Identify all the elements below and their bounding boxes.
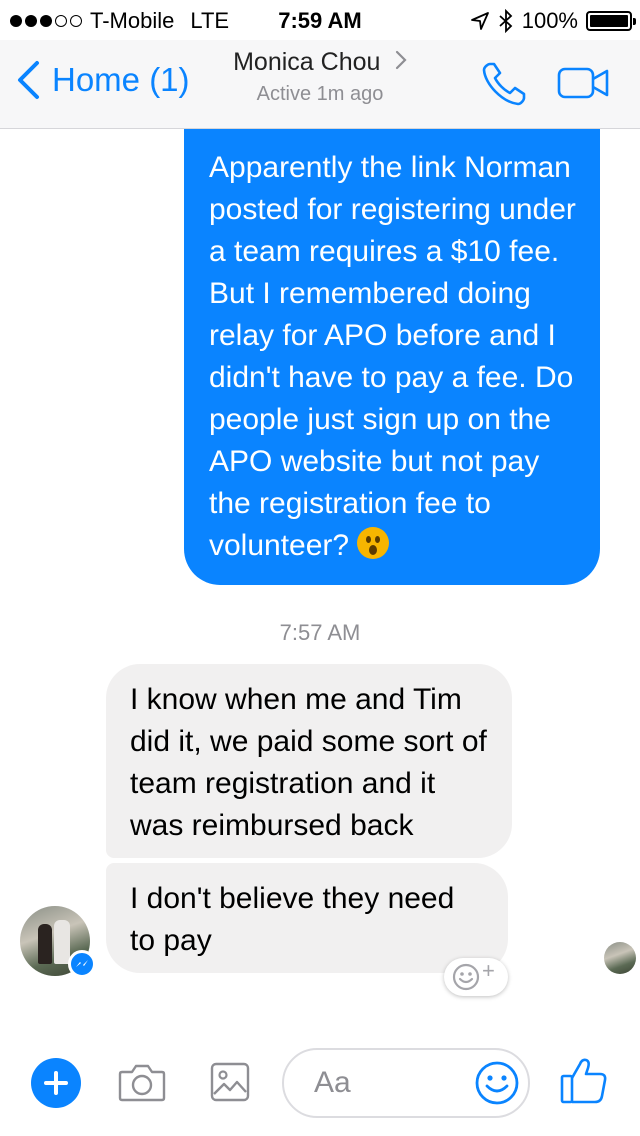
thumbs-up-icon[interactable] [560,1056,608,1106]
incoming-message[interactable]: I know when me and Tim did it, we paid s… [106,664,512,858]
seen-avatar [604,942,636,974]
status-right: 100% [470,8,636,34]
video-camera-icon[interactable] [557,66,611,100]
battery-percent: 100% [521,8,578,33]
chevron-left-icon [18,61,39,99]
incoming-message-text: I don't believe they need to pay [130,882,455,957]
add-reaction-button[interactable]: + [444,958,508,996]
battery-icon [586,11,636,31]
active-status: Active 1m ago [256,83,384,105]
reaction-plus: + [482,958,495,983]
status-bar: T-Mobile LTE 7:59 AM 100% [0,0,640,40]
smiley-icon [452,963,480,991]
message-input[interactable] [312,1062,466,1104]
wow-emoji-icon [357,527,390,559]
incoming-message[interactable]: I don't believe they need to pay [106,863,508,973]
phone-icon[interactable] [480,60,528,108]
chevron-right-icon [395,50,407,70]
photo-gallery-icon[interactable] [210,1062,250,1102]
contact-name: Monica Chou [233,48,381,76]
conversation-header: Home (1) Monica Chou Active 1m ago [0,40,640,129]
messenger-badge-icon [68,950,96,978]
message-timestamp: 7:57 AM [279,620,361,645]
location-arrow-icon [470,12,489,30]
back-button[interactable]: Home (1) [16,60,190,100]
outgoing-message[interactable]: Apparently the link Norman posted for re… [184,60,600,585]
back-label: Home (1) [52,61,190,98]
contact-title[interactable]: Monica Chou Active 1m ago [200,48,440,106]
bluetooth-icon [499,9,513,33]
smiley-icon[interactable] [474,1060,520,1106]
plus-button[interactable] [31,1058,81,1108]
outgoing-message-text: Apparently the link Norman posted for re… [209,151,576,562]
incoming-message-text: I know when me and Tim did it, we paid s… [130,683,487,842]
camera-icon[interactable] [118,1062,166,1102]
